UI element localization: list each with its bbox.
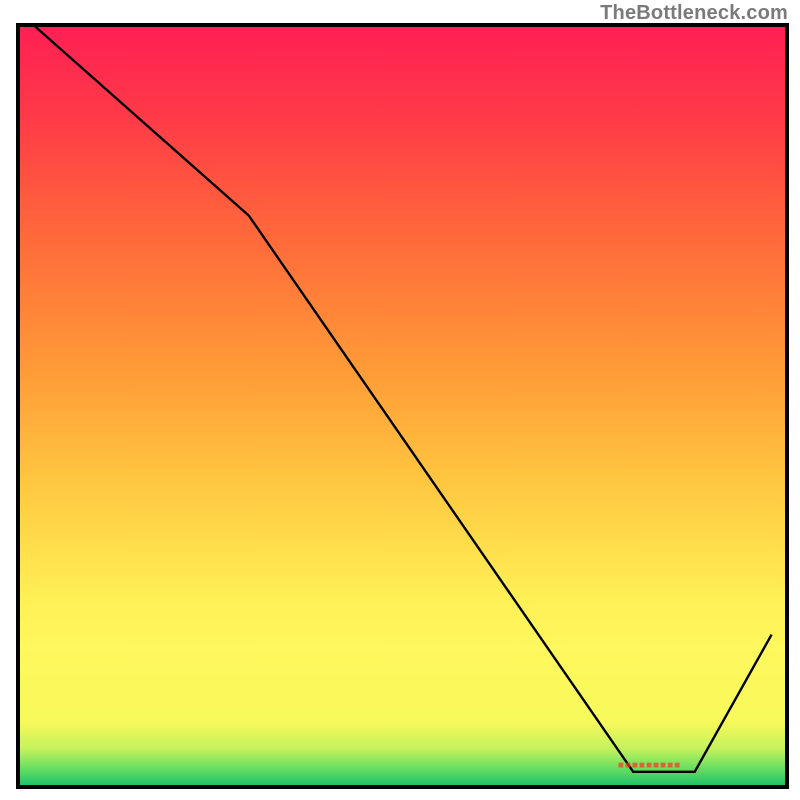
min-annotation: ■■■■■■■■■ <box>618 760 681 771</box>
bottleneck-chart: ■■■■■■■■■ <box>0 0 800 800</box>
gradient-background <box>18 25 787 787</box>
chart-stage: TheBottleneck.com ■■■■■■■■■ <box>0 0 800 800</box>
